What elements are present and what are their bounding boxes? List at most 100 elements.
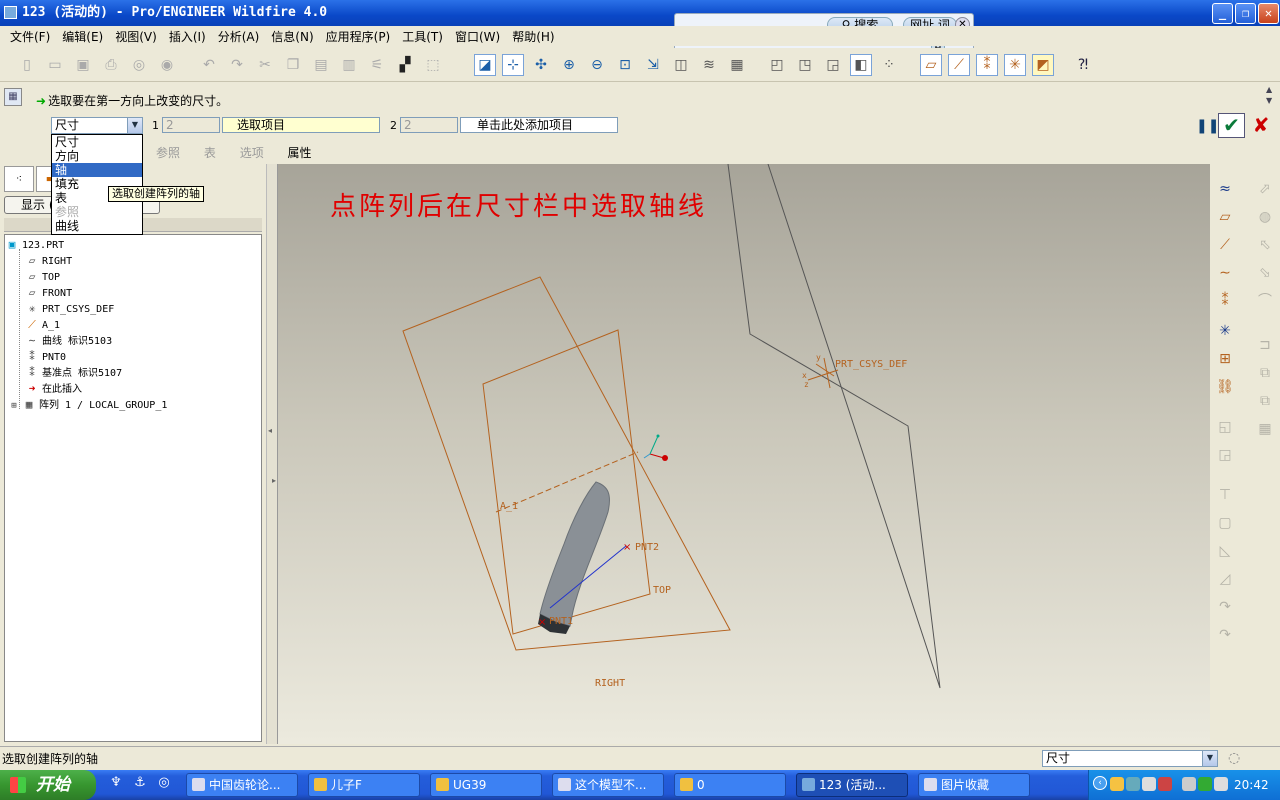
intersect-tool-icon[interactable]: ⧉ [1254,390,1276,412]
undo-icon[interactable]: ↶ [198,54,220,76]
reorient-icon[interactable]: ⇲ [642,54,664,76]
sketch-datum-curve-icon[interactable]: ≈ [1214,178,1236,200]
quicklaunch-icon-1[interactable]: ♆ [108,775,124,793]
tab-properties[interactable]: 属性 [288,146,312,160]
blend-tool-icon[interactable]: ⬂ [1254,262,1276,284]
context-help-icon[interactable]: ⁈ [1072,54,1094,76]
menu-analysis[interactable]: 分析(A) [212,28,266,45]
paste-icon[interactable]: ▤ [310,54,332,76]
trim-tool-icon[interactable]: ↷ [1214,624,1236,646]
tray-expand-icon[interactable]: ‹ [1093,776,1107,790]
datum-curve-tool-icon[interactable]: ∼ [1214,262,1236,284]
draft-tool-icon[interactable]: ▢ [1214,512,1236,534]
graphics-window[interactable]: PRT_CSYS_DEF y x z A_1 × PNT2 × PNT1 TOP… [278,164,1210,744]
task-button-3[interactable]: UG39 [430,773,542,797]
menu-help[interactable]: 帮助(H) [506,28,560,45]
quicklaunch-icon-2[interactable]: ⚓ [132,775,148,793]
task-button-6[interactable]: 123 (活动... [796,773,908,797]
hidden-line-icon[interactable]: ◳ [794,54,816,76]
copy-icon[interactable]: ❐ [282,54,304,76]
tree-item-front[interactable]: ▱ FRONT [25,285,72,301]
direction1-collector[interactable]: 选取项目 [222,117,380,133]
datum-display-icon[interactable]: ◪ [474,54,496,76]
task-button-2[interactable]: 儿子F [308,773,420,797]
option-dimension[interactable]: 尺寸 [52,135,142,149]
saved-views-icon[interactable]: ◫ [670,54,692,76]
input-method-icon[interactable] [1182,777,1196,791]
hole-tool-icon[interactable]: ◱ [1214,416,1236,438]
option-axis[interactable]: 轴 [52,163,142,177]
datum-plane-tool-icon[interactable]: ▱ [1214,206,1236,228]
message-log-icon[interactable]: ▦ [4,88,22,106]
tree-item-right[interactable]: ▱ RIGHT [25,253,72,269]
select-box-icon[interactable]: ⬚ [422,54,444,76]
pattern-type-select[interactable]: 尺寸 ▼ [51,117,143,134]
qq-icon[interactable] [1110,777,1124,791]
new-file-icon[interactable]: ▯ [16,54,38,76]
menu-insert[interactable]: 插入(I) [163,28,212,45]
sweep-tool-icon[interactable]: ⬁ [1254,234,1276,256]
maximize-button[interactable]: ❐ [1235,3,1256,24]
find-icon[interactable]: ▞ [394,54,416,76]
tab-options[interactable]: 选项 [240,146,264,160]
send-link-icon[interactable]: ◉ [156,54,178,76]
regenerate-icon[interactable]: ⚟ [366,54,388,76]
datum-axis-tool-icon[interactable]: ⟋ [1214,234,1236,256]
tree-item-csys[interactable]: ✳ PRT_CSYS_DEF [25,301,115,317]
menu-file[interactable]: 文件(F) [4,28,56,45]
spin-center-icon[interactable]: ⊹ [502,54,524,76]
tray-misc-icon[interactable] [1214,777,1228,791]
task-button-4[interactable]: 这个模型不... [552,773,664,797]
tree-item-axis[interactable]: ⟋ A_1 [25,317,60,333]
collapse-right-icon[interactable]: ▸ [272,476,276,485]
collapse-left-icon[interactable]: ◂ [268,426,272,435]
revolve-tool-icon[interactable]: ◍ [1254,206,1276,228]
annotation-display-icon[interactable]: ◩ [1032,54,1054,76]
direction2-count-field[interactable]: 2 [400,117,458,133]
direction2-collector[interactable]: 单击此处添加项目 [460,117,618,133]
csys-tool-icon[interactable]: ✳ [1214,320,1236,342]
chevron-down-icon[interactable]: ▼ [127,118,142,133]
minimize-button[interactable]: _ [1212,3,1233,24]
menu-edit[interactable]: 编辑(E) [56,28,109,45]
paste-special-icon[interactable]: ▥ [338,54,360,76]
shading-icon[interactable]: ◧ [850,54,872,76]
tree-item-datum-point[interactable]: ⁑ 基准点 标识5107 [25,365,122,381]
antivirus-icon[interactable] [1158,777,1172,791]
mirror-tool-icon[interactable]: ⊐ [1254,334,1276,356]
tab-table[interactable]: 表 [204,146,216,160]
message-scroll-icon[interactable]: ▲ ▼ [1266,84,1278,108]
print-icon[interactable]: ⎙ [100,54,122,76]
confirm-check-icon[interactable]: ✔ [1218,113,1245,138]
cancel-x-icon[interactable]: ✘ [1250,113,1272,138]
close-button[interactable]: ✕ [1258,3,1279,24]
menu-tools[interactable]: 工具(T) [396,28,449,45]
expand-plus-icon[interactable]: ⊞ [9,398,19,414]
open-file-icon[interactable]: ▭ [44,54,66,76]
chevron-down-icon[interactable]: ▼ [1202,751,1217,766]
cosmetic-tool-icon[interactable]: ↷ [1214,596,1236,618]
chamfer-tool-icon[interactable]: ◿ [1214,568,1236,590]
shell-tool-icon[interactable]: ◲ [1214,444,1236,466]
tree-item-part[interactable]: ▣ 123.PRT [5,237,64,253]
task-button-7[interactable]: 图片收藏 [918,773,1030,797]
extrude-tool-icon[interactable]: ⬀ [1254,178,1276,200]
rib-tool-icon[interactable]: ⊤ [1214,484,1236,506]
model-tree-tab-icon[interactable]: ⁖ [4,166,34,192]
no-hidden-icon[interactable]: ◲ [822,54,844,76]
redo-icon[interactable]: ↷ [226,54,248,76]
refit-icon[interactable]: ⊡ [614,54,636,76]
wireframe-icon[interactable]: ◰ [766,54,788,76]
send-mail-icon[interactable]: ◎ [128,54,150,76]
menu-window[interactable]: 窗口(W) [449,28,506,45]
start-button[interactable]: 开始 [0,770,96,800]
selection-filter-select[interactable]: 尺寸 ▼ [1042,750,1218,767]
tree-item-curve[interactable]: ∼ 曲线 标识5103 [25,333,112,349]
merge-tool-icon[interactable]: ⧉ [1254,362,1276,384]
task-button-5[interactable]: 0 [674,773,786,797]
analysis-tool-icon[interactable]: ⊞ [1214,348,1236,370]
datum-point-tool-icon[interactable]: ⁑ [1214,290,1236,312]
datum-planes-icon[interactable]: ▱ [920,54,942,76]
menu-info[interactable]: 信息(N) [265,28,319,45]
option-direction[interactable]: 方向 [52,149,142,163]
